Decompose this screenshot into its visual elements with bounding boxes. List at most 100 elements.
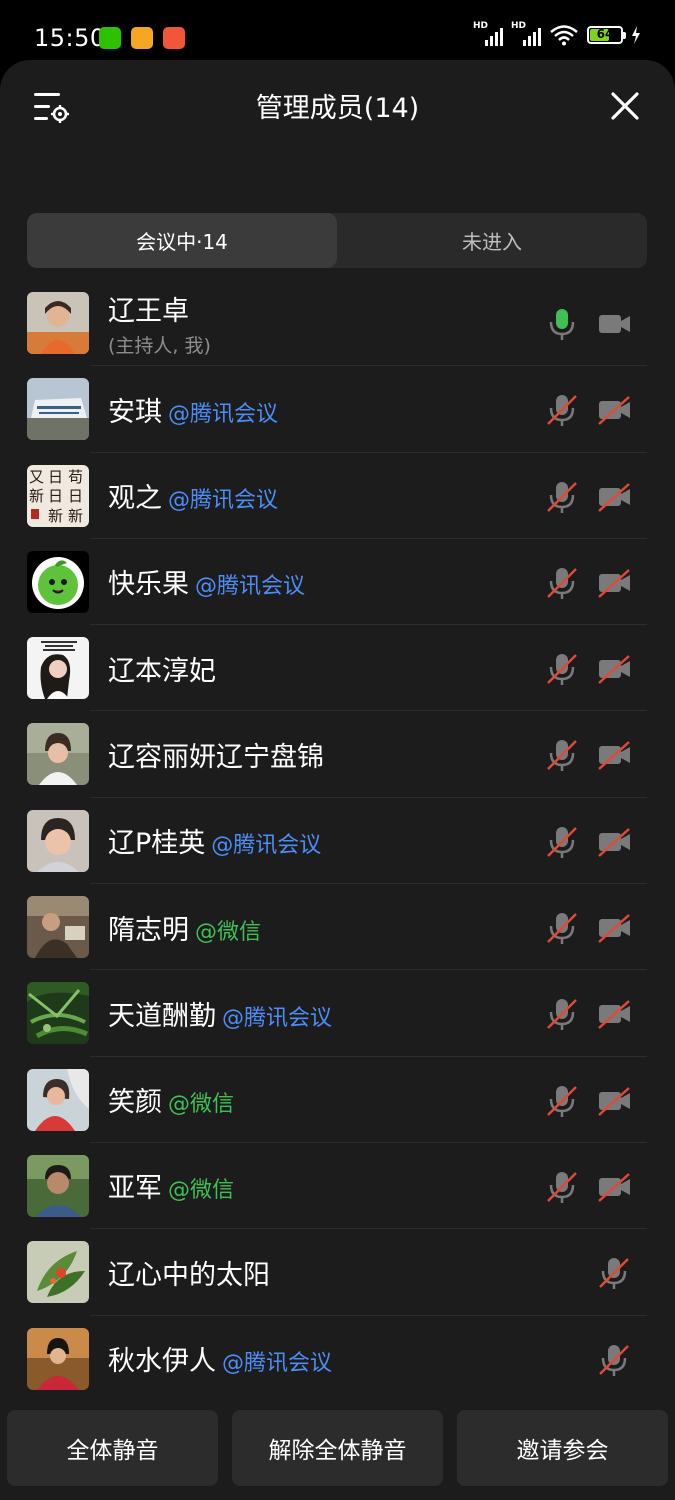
calligraphy-text: 新	[48, 507, 63, 525]
mic-muted-icon[interactable]	[597, 1256, 631, 1290]
mic-on-icon[interactable]	[545, 307, 579, 341]
mic-muted-icon[interactable]	[545, 997, 579, 1031]
mic-muted-icon[interactable]	[545, 1170, 579, 1204]
member-name: 天道酬勤	[108, 1000, 216, 1032]
member-name: 辽王卓	[108, 295, 189, 327]
signal-icon: HD	[473, 21, 503, 46]
signal-icon: HD	[511, 21, 541, 46]
member-row[interactable]: 苟 日 又 日 日 新 新 新 观之 @腾讯会议	[0, 453, 675, 539]
status-time: 15:50	[34, 24, 106, 52]
avatar	[27, 1241, 89, 1304]
avatar	[27, 982, 89, 1045]
member-name: 安琪	[108, 396, 162, 428]
member-name: 辽本淳妃	[108, 655, 216, 687]
mic-muted-icon[interactable]	[545, 825, 579, 859]
member-source-tag: @微信	[168, 1092, 235, 1118]
avatar	[27, 292, 89, 354]
mic-muted-icon[interactable]	[545, 566, 579, 600]
member-row[interactable]: 安琪 @腾讯会议	[0, 366, 675, 453]
invite-button[interactable]: 邀请参会	[457, 1410, 668, 1486]
member-name: 观之	[108, 483, 162, 515]
camera-disabled-icon[interactable]	[597, 1170, 631, 1204]
member-source-tag: @腾讯会议	[222, 1005, 333, 1031]
camera-disabled-icon[interactable]	[597, 825, 631, 859]
avatar	[27, 723, 89, 786]
calligraphy-text: 日	[48, 468, 63, 486]
member-name: 快乐果	[108, 569, 189, 601]
avatar: 苟 日 又 日 日 新 新 新	[27, 464, 89, 527]
member-name: 亚军	[108, 1173, 162, 1205]
member-row[interactable]: 笑颜 @微信	[0, 1057, 675, 1143]
tab-in-meeting[interactable]: 会议中·14	[27, 213, 337, 268]
member-name: 笑颜	[108, 1087, 162, 1119]
camera-disabled-icon[interactable]	[597, 738, 631, 772]
member-source-tag: @腾讯会议	[211, 833, 322, 859]
member-source-tag: @腾讯会议	[168, 488, 279, 514]
member-row[interactable]: 辽本淳妃	[0, 625, 675, 712]
avatar	[27, 378, 89, 441]
member-row[interactable]: 秋水伊人 @腾讯会议	[0, 1316, 675, 1402]
member-row[interactable]: 快乐果 @腾讯会议	[0, 539, 675, 626]
camera-disabled-icon[interactable]	[597, 566, 631, 600]
calligraphy-text: 日	[48, 487, 63, 505]
member-row[interactable]: 天道酬勤 @腾讯会议	[0, 970, 675, 1057]
page-title: 管理成员(14)	[255, 93, 420, 124]
camera-disabled-icon[interactable]	[597, 393, 631, 427]
avatar	[27, 896, 89, 959]
calligraphy-text: 苟	[68, 468, 83, 486]
mic-muted-icon[interactable]	[545, 652, 579, 686]
mic-muted-icon[interactable]	[597, 1343, 631, 1377]
member-status-tabs: 会议中·14 未进入	[27, 213, 647, 268]
member-source-tag: @微信	[168, 1178, 235, 1204]
camera-disabled-icon[interactable]	[597, 911, 631, 945]
avatar	[27, 1154, 89, 1217]
mic-muted-icon[interactable]	[545, 393, 579, 427]
member-name: 辽容丽妍辽宁盘锦	[108, 741, 324, 773]
app-notification-icon	[163, 27, 185, 49]
mic-muted-icon[interactable]	[545, 911, 579, 945]
member-source-tag: @腾讯会议	[168, 401, 279, 427]
calligraphy-text: 又	[29, 468, 44, 486]
tab-not-joined[interactable]: 未进入	[337, 213, 647, 268]
calligraphy-text: 日	[68, 487, 83, 505]
member-source-tag: @腾讯会议	[222, 1351, 333, 1377]
battery-icon: 64	[587, 26, 626, 44]
host-label: (主持人, 我)	[108, 334, 211, 357]
member-name: 辽P桂英	[108, 828, 206, 860]
camera-off-icon[interactable]	[597, 307, 631, 341]
camera-disabled-icon[interactable]	[597, 480, 631, 514]
camera-disabled-icon[interactable]	[597, 997, 631, 1031]
avatar	[27, 1068, 89, 1131]
wifi-icon	[550, 25, 578, 46]
mic-muted-icon[interactable]	[545, 738, 579, 772]
mic-muted-icon[interactable]	[545, 1084, 579, 1118]
member-row[interactable]: 辽王卓 (主持人, 我)	[0, 280, 675, 367]
bottom-action-bar: 全体静音 解除全体静音 邀请参会	[0, 1396, 675, 1500]
avatar	[27, 637, 89, 700]
avatar	[27, 809, 89, 872]
member-row[interactable]: 辽心中的太阳	[0, 1229, 675, 1316]
member-row[interactable]: 亚军 @微信	[0, 1143, 675, 1230]
member-name: 秋水伊人	[108, 1346, 216, 1378]
member-source-tag: @腾讯会议	[195, 574, 306, 600]
member-list: 辽王卓 (主持人, 我) 安琪 @腾讯会议 苟 日 又 日 日 新 新 新 观之…	[0, 280, 675, 1402]
member-row[interactable]: 隋志明 @微信	[0, 884, 675, 971]
camera-disabled-icon[interactable]	[597, 652, 631, 686]
mute-all-button[interactable]: 全体静音	[7, 1410, 218, 1486]
unmute-all-button[interactable]: 解除全体静音	[232, 1410, 443, 1486]
member-row[interactable]: 辽P桂英 @腾讯会议	[0, 798, 675, 885]
avatar	[27, 1327, 89, 1390]
calligraphy-text: 新	[29, 487, 44, 505]
wechat-notification-icon	[99, 27, 121, 49]
calligraphy-text: 新	[68, 507, 83, 525]
close-icon[interactable]	[609, 90, 641, 122]
member-management-sheet: 管理成员(14) 会议中·14 未进入 辽王卓 (主持人, 我) 安琪 @腾讯会…	[0, 60, 675, 1500]
member-name: 辽心中的太阳	[108, 1259, 270, 1291]
member-source-tag: @微信	[195, 919, 262, 945]
notes-notification-icon	[131, 27, 153, 49]
charging-icon	[632, 26, 640, 44]
avatar	[27, 550, 89, 613]
camera-disabled-icon[interactable]	[597, 1084, 631, 1118]
mic-muted-icon[interactable]	[545, 480, 579, 514]
member-row[interactable]: 辽容丽妍辽宁盘锦	[0, 711, 675, 798]
